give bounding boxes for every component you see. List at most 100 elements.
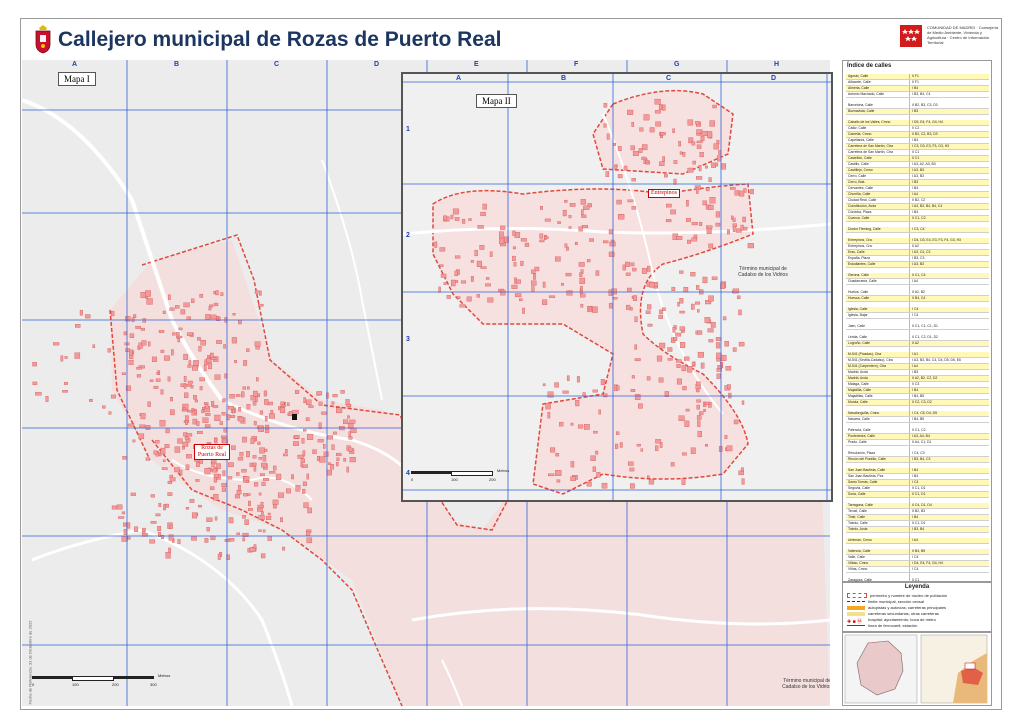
- building-block: [192, 418, 198, 425]
- building-block: [242, 386, 247, 390]
- building-block: [634, 316, 638, 323]
- building-block: [439, 247, 446, 252]
- building-block: [678, 141, 681, 147]
- map-two[interactable]: A B C D 1 2 3 4 Mapa II Entrepinos Térmi…: [401, 72, 833, 502]
- building-block: [191, 512, 198, 519]
- building-block: [740, 467, 744, 472]
- building-block: [275, 473, 282, 481]
- street-grid-cells: I D5, E4, F4, G4, H4: [909, 120, 989, 125]
- building-block: [592, 306, 598, 313]
- street-grid-cells: II C1: [909, 156, 989, 161]
- street-grid-cells: I A4: [909, 192, 989, 197]
- building-block: [32, 381, 38, 385]
- building-block: [330, 463, 334, 470]
- building-block: [566, 246, 569, 251]
- building-block: [742, 216, 746, 223]
- street-grid-cells: I B3: [909, 109, 989, 114]
- building-block: [485, 283, 491, 287]
- building-block: [733, 419, 739, 425]
- building-block: [699, 152, 704, 158]
- building-block: [262, 529, 266, 533]
- building-block: [323, 443, 326, 449]
- building-block: [705, 165, 708, 169]
- building-block: [172, 332, 176, 336]
- building-block: [130, 492, 136, 496]
- building-block: [740, 224, 744, 231]
- building-block: [580, 293, 586, 298]
- building-block: [110, 310, 115, 317]
- building-block: [682, 386, 687, 391]
- street-grid-cells: I B3, B4, C4: [909, 92, 989, 97]
- street-grid-cells: I B4, B5: [909, 394, 989, 399]
- street-grid-cells: II C3: [909, 382, 989, 387]
- building-block: [303, 502, 309, 509]
- building-block: [199, 386, 203, 391]
- building-block: [603, 393, 608, 398]
- building-block: [691, 237, 698, 242]
- building-block: [729, 187, 736, 190]
- building-block: [570, 461, 575, 468]
- building-block: [287, 402, 290, 406]
- building-block: [129, 333, 135, 338]
- building-block: [696, 176, 703, 180]
- building-block: [686, 218, 691, 222]
- building-block: [566, 375, 570, 381]
- building-block: [252, 462, 257, 466]
- building-block: [201, 409, 205, 414]
- building-block: [690, 272, 696, 277]
- building-block: [576, 376, 580, 383]
- building-block: [142, 318, 147, 323]
- street-grid-cells: I B3: [909, 180, 989, 185]
- building-block: [153, 450, 158, 455]
- building-block: [155, 513, 161, 517]
- building-block: [542, 281, 546, 288]
- building-block: [631, 206, 637, 210]
- building-block: [673, 337, 678, 341]
- building-block: [696, 187, 699, 194]
- building-block: [260, 501, 264, 505]
- building-block: [142, 527, 146, 532]
- street-name: Valle, Calle: [848, 555, 865, 559]
- building-block: [649, 282, 655, 288]
- building-block: [184, 436, 189, 440]
- building-block: [665, 219, 672, 223]
- street-index-title: Índice de calles: [847, 63, 892, 69]
- building-block: [605, 171, 610, 177]
- building-block: [253, 390, 258, 397]
- building-block: [150, 494, 155, 498]
- street-name: Eras, Calle: [848, 250, 865, 254]
- building-block: [681, 478, 686, 485]
- building-block: [195, 479, 200, 482]
- grid-col-g: G: [674, 61, 680, 68]
- building-block: [547, 411, 551, 419]
- building-block: [177, 338, 180, 343]
- building-block: [697, 430, 702, 438]
- building-block: [547, 391, 554, 398]
- building-block: [568, 226, 572, 229]
- street-name: Huelva, Calle: [848, 290, 869, 294]
- building-block: [687, 239, 692, 244]
- building-block: [186, 332, 193, 336]
- inset-row-1: 1: [406, 126, 410, 133]
- street-name: Cádiz, Calle: [848, 126, 867, 130]
- building-block: [627, 287, 632, 292]
- building-block: [175, 305, 180, 309]
- building-block: [476, 294, 480, 298]
- street-grid-cells: I C4: [909, 313, 989, 318]
- building-block: [595, 450, 599, 455]
- building-block: [724, 435, 728, 439]
- street-grid-cells: I D4, D3, E4, E3, F3, F4, G3, H3: [909, 238, 989, 243]
- building-block: [617, 146, 622, 151]
- building-block: [60, 355, 64, 362]
- building-block: [570, 476, 576, 481]
- building-block: [163, 504, 166, 511]
- building-block: [676, 378, 682, 385]
- building-block: [213, 291, 216, 295]
- building-block: [595, 270, 600, 276]
- building-block: [581, 225, 589, 229]
- building-block: [237, 457, 244, 461]
- building-block: [655, 445, 659, 451]
- building-block: [687, 167, 694, 173]
- building-block: [210, 357, 217, 360]
- building-block: [191, 536, 197, 541]
